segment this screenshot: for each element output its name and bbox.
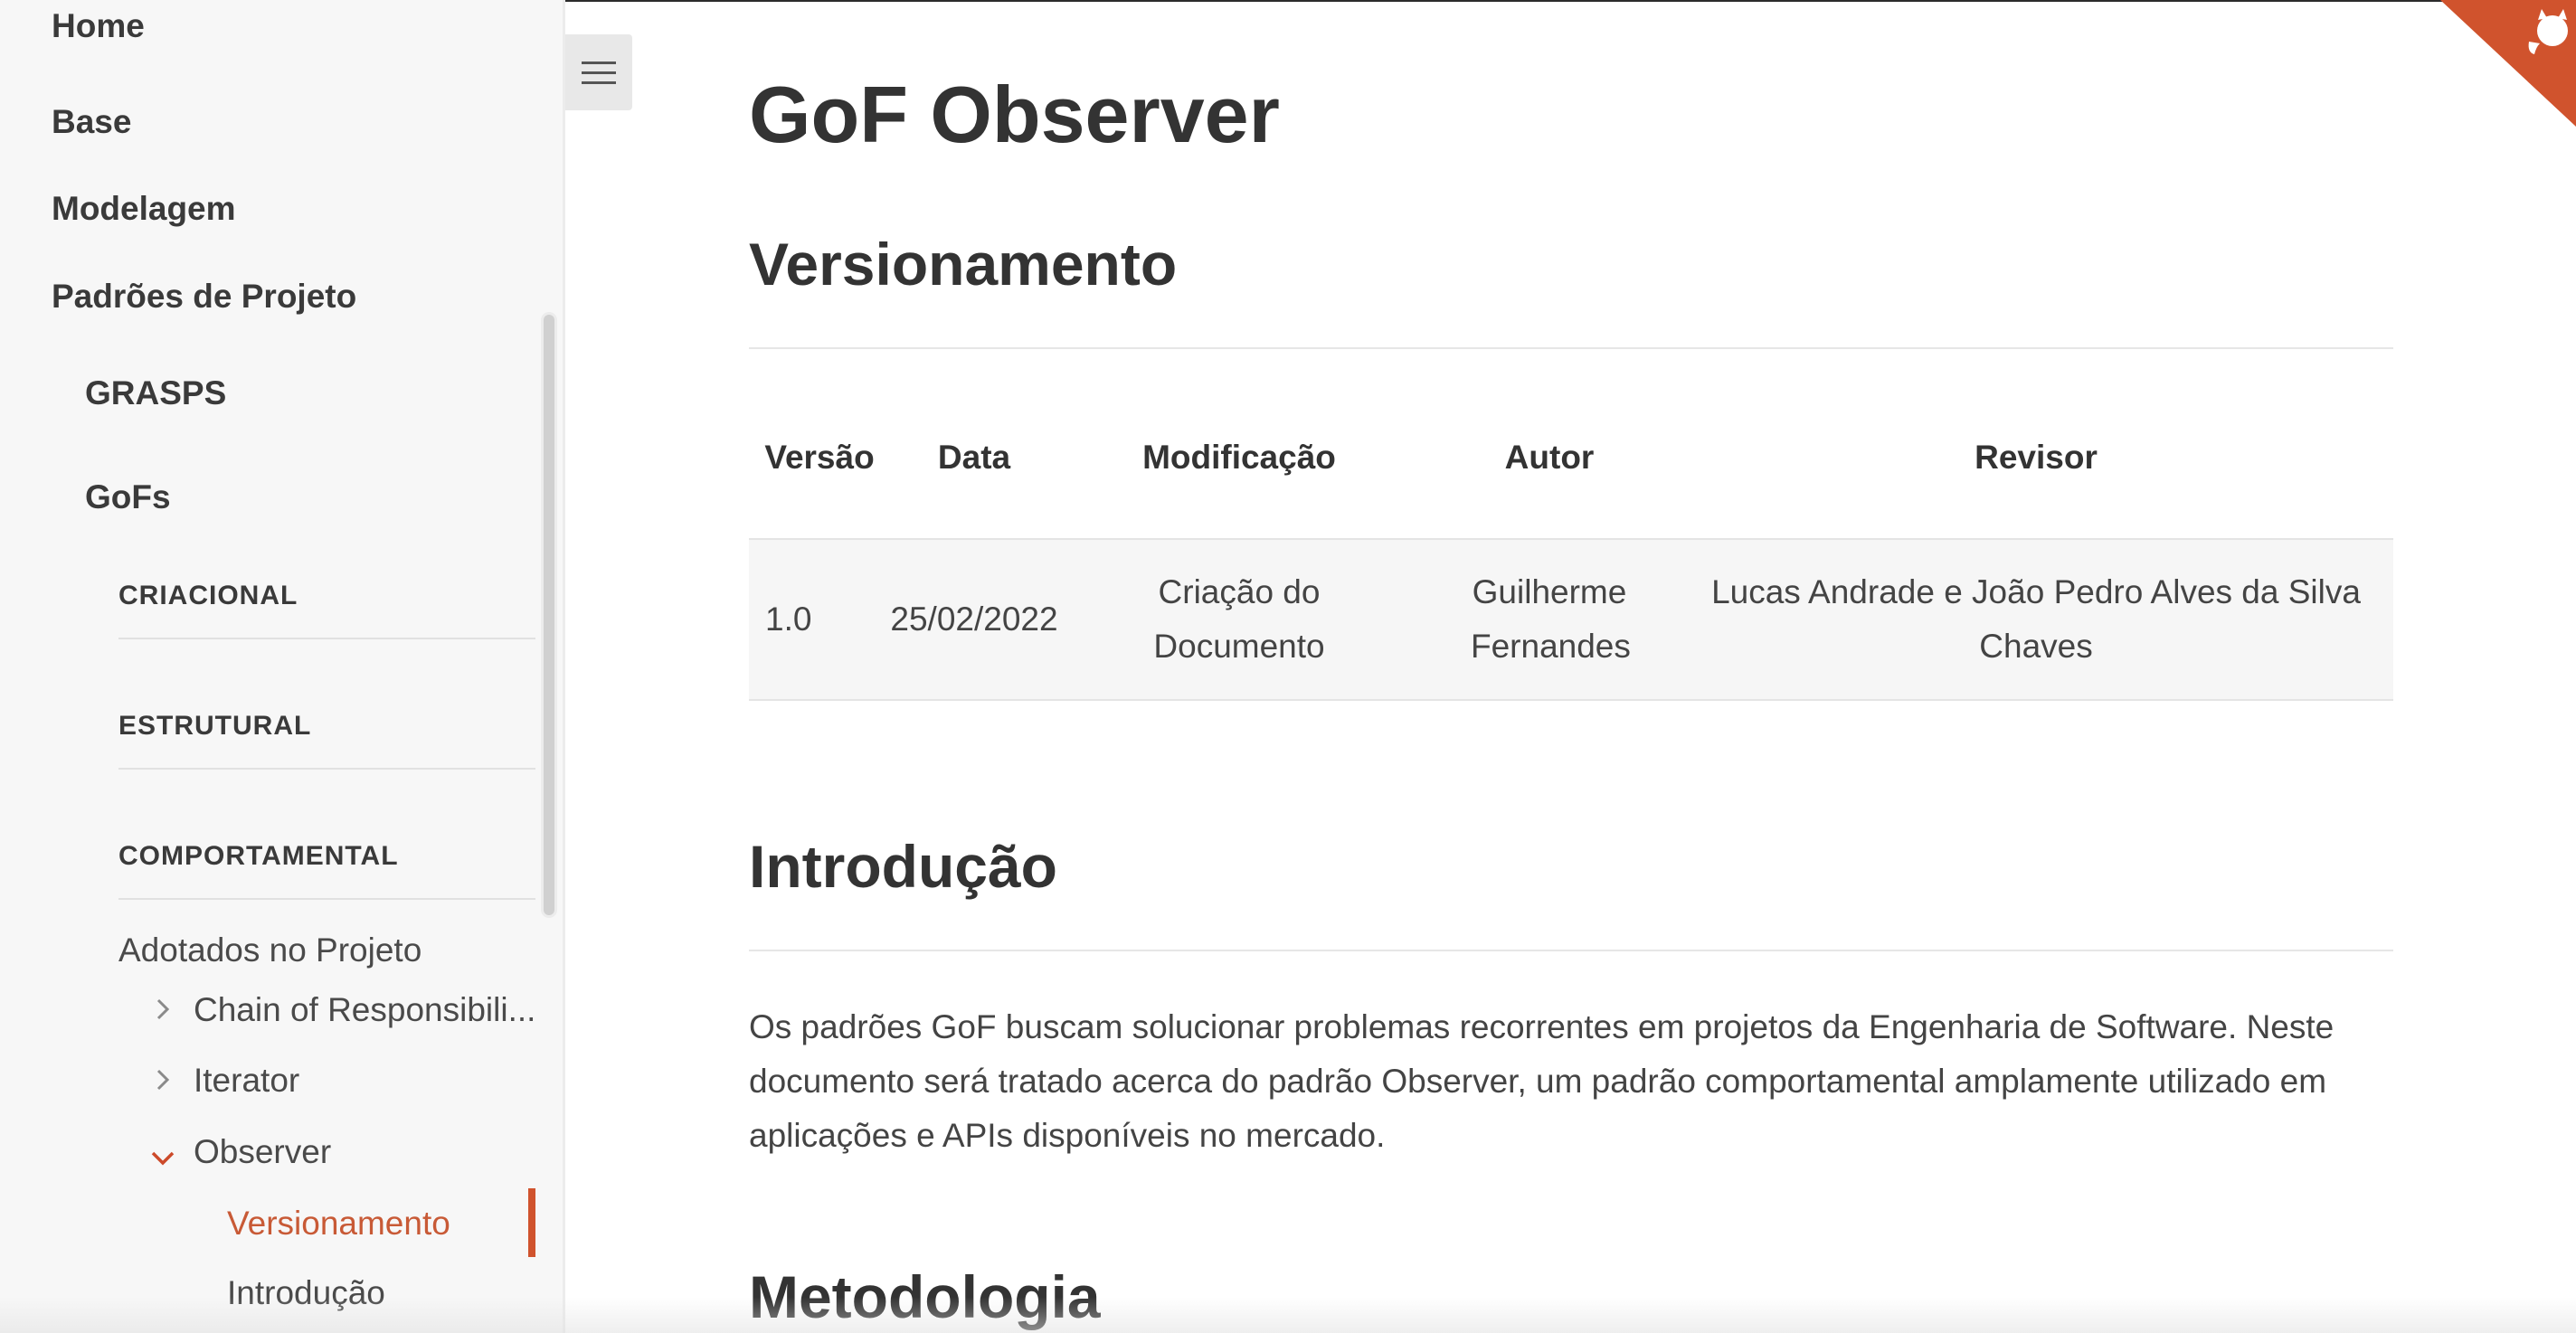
table-cell-revisor: Lucas Andrade e João Pedro Alves da Silv… <box>1711 573 2361 665</box>
chevron-down-icon[interactable] <box>150 1141 175 1175</box>
section-divider <box>118 898 535 900</box>
sidebar-section-criacional[interactable]: CRIACIONAL <box>118 581 298 611</box>
table-cell-modificacao: Criação do Documento <box>1153 573 1325 665</box>
sidebar-section-comportamental[interactable]: COMPORTAMENTAL <box>118 841 399 872</box>
sidebar-item-chain-of-responsibility[interactable]: Chain of Responsibili... <box>194 991 535 1029</box>
table-header-data: Data <box>937 439 1011 476</box>
sidebar-item-home[interactable]: Home <box>52 7 145 45</box>
chevron-right-icon[interactable] <box>154 995 172 1028</box>
table-header-modificacao: Modificação <box>1142 439 1336 476</box>
page-title: GoF Observer <box>749 70 1280 159</box>
table-cell-data: 25/02/2022 <box>890 600 1058 638</box>
section-divider <box>118 768 535 770</box>
table-row: 1.0 25/02/2022 Criação do Documento Guil… <box>749 538 2393 701</box>
sidebar-item-observer[interactable]: Observer <box>194 1133 331 1171</box>
active-indicator <box>528 1188 535 1257</box>
table-header-autor: Autor <box>1504 439 1595 476</box>
heading-introducao: Introdução <box>749 833 1057 900</box>
table-header-versao: Versão <box>764 439 875 476</box>
sidebar-item-iterator[interactable]: Iterator <box>194 1062 299 1100</box>
table-header-revisor: Revisor <box>1975 439 2098 476</box>
sidebar-divider <box>563 0 565 1333</box>
sidebar: Home Base Modelagem Padrões de Projeto G… <box>0 0 563 1333</box>
sidebar-item-padroes-de-projeto[interactable]: Padrões de Projeto <box>52 278 356 316</box>
chevron-right-icon[interactable] <box>154 1065 172 1099</box>
github-corner-link[interactable] <box>2440 0 2576 127</box>
toc-item-versionamento[interactable]: Versionamento <box>227 1205 450 1243</box>
table-cell-versao: 1.0 <box>765 600 812 638</box>
heading-rule <box>749 347 2393 349</box>
intro-paragraph: Os padrões GoF buscam solucionar problem… <box>749 1008 2334 1154</box>
menu-toggle-button[interactable] <box>565 34 632 110</box>
sidebar-item-base[interactable]: Base <box>52 103 131 141</box>
sidebar-item-modelagem[interactable]: Modelagem <box>52 190 236 228</box>
section-divider <box>118 638 535 639</box>
table-cell-autor: Guilherme Fernandes <box>1471 573 1631 665</box>
heading-rule <box>749 950 2393 951</box>
sidebar-item-grasps[interactable]: GRASPS <box>85 374 226 412</box>
github-octocat-icon <box>2440 0 2576 127</box>
sidebar-section-estrutural[interactable]: ESTRUTURAL <box>118 711 311 742</box>
sidebar-scrollbar-thumb[interactable] <box>544 315 554 915</box>
bottom-shadow <box>0 1297 2576 1333</box>
sidebar-item-gofs[interactable]: GoFs <box>85 478 171 516</box>
heading-versionamento: Versionamento <box>749 231 1178 298</box>
sidebar-group-adotados[interactable]: Adotados no Projeto <box>118 931 421 969</box>
